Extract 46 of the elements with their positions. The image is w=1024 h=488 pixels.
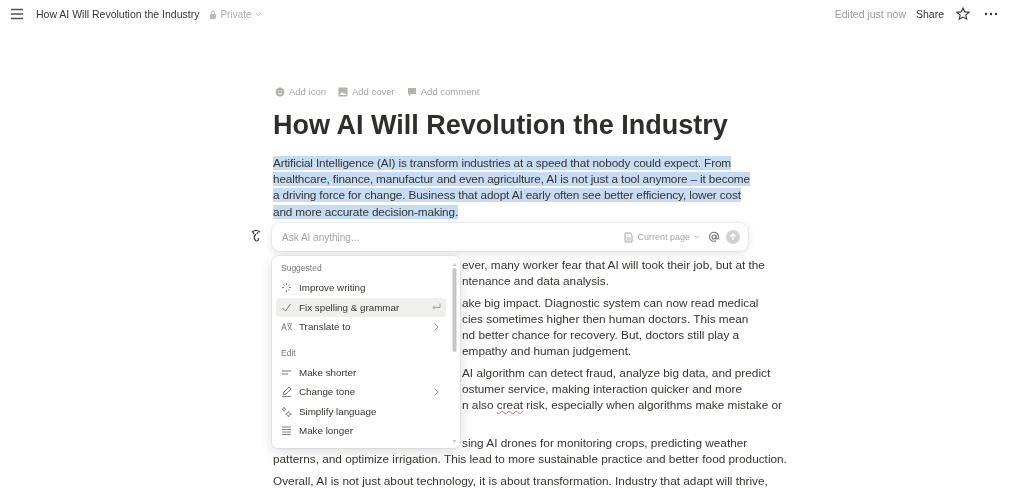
sparkle-icon <box>281 282 292 294</box>
section-heading: Edit <box>280 346 297 360</box>
selected-paragraph: Artificial Intelligence (AI) is transform industries at a speed that nobody could expect. From healthcare, finance, manufactur and even agriculture, AI is not just a tool anymore – it become a driving force for change. Business that adopt AI early often see better efficiency, lower cost and more accurate decision-making. <box>273 155 751 220</box>
menu-item[interactable]: Simplify language <box>276 401 446 421</box>
long-lines-icon <box>281 425 292 437</box>
pen-icon <box>281 386 292 398</box>
sparkles-icon <box>281 405 292 417</box>
paragraph-text: Overall, AI is not just about technology, it is about transformation. Industry that adapt will thrive, <box>273 473 768 488</box>
menu-item[interactable]: Make shorter <box>276 362 446 382</box>
scrollbar[interactable] <box>452 262 457 444</box>
menu-icon[interactable] <box>10 8 24 20</box>
paragraph-text: cies sometimes higher then human doctors. This mean <box>462 311 749 326</box>
smiley-icon <box>275 87 285 97</box>
paragraph-text: ever, many worker fear that AI will took their job, but at the <box>462 257 765 272</box>
paragraph-text: patterns, and optimize irrigation. This lead to more sustainable practice and better food production. <box>273 451 787 466</box>
caret-icon <box>694 235 700 239</box>
paragraph-text: n also creat risk, especially when algorithms make mistake or <box>462 397 782 412</box>
lock-icon <box>209 9 218 19</box>
menu-item[interactable]: Fix spelling & grammar <box>276 297 446 317</box>
share-button[interactable]: Share <box>915 8 944 20</box>
paragraph-text: AI algorithm can detect fraud, analyze big data, and predict <box>462 365 771 380</box>
speech-bubble-icon <box>406 87 417 97</box>
paragraph-text: ake big impact. Diagnostic system can now read medical <box>462 295 759 310</box>
check-icon <box>281 301 292 313</box>
translate-icon <box>281 321 292 333</box>
enter-key-icon <box>431 302 441 313</box>
paragraph-text: ntenance and data analysis. <box>462 273 609 288</box>
page-heading: How AI Will Revolution the Industry <box>273 109 729 142</box>
arrow-up-icon <box>729 233 737 241</box>
page-title[interactable]: How AI Will Revolution the Industry <box>36 8 200 20</box>
menu-item[interactable]: Make longer <box>276 421 446 441</box>
star-icon[interactable] <box>956 7 970 21</box>
menu-item[interactable]: Translate to <box>276 317 446 337</box>
paragraph-text: empathy and human judgement. <box>462 343 632 358</box>
ai-face-icon <box>250 229 262 243</box>
paragraph-text: nd better chance for recovery. But, doctors still play a <box>462 327 740 342</box>
mention-icon[interactable] <box>708 231 720 243</box>
paragraph-text: sing AI drones for monitoring crops, predicting weather <box>462 435 748 450</box>
edited-status: Edited just now <box>834 8 906 20</box>
paragraph-text: ostumer service, making interaction quicker and more <box>462 381 742 396</box>
document-icon <box>624 231 634 243</box>
menu-item[interactable]: Improve writing <box>276 278 446 298</box>
image-icon <box>338 87 348 97</box>
caret-icon <box>254 11 262 17</box>
section-heading: Suggested <box>280 262 323 275</box>
menu-item[interactable]: Change tone <box>276 382 446 402</box>
